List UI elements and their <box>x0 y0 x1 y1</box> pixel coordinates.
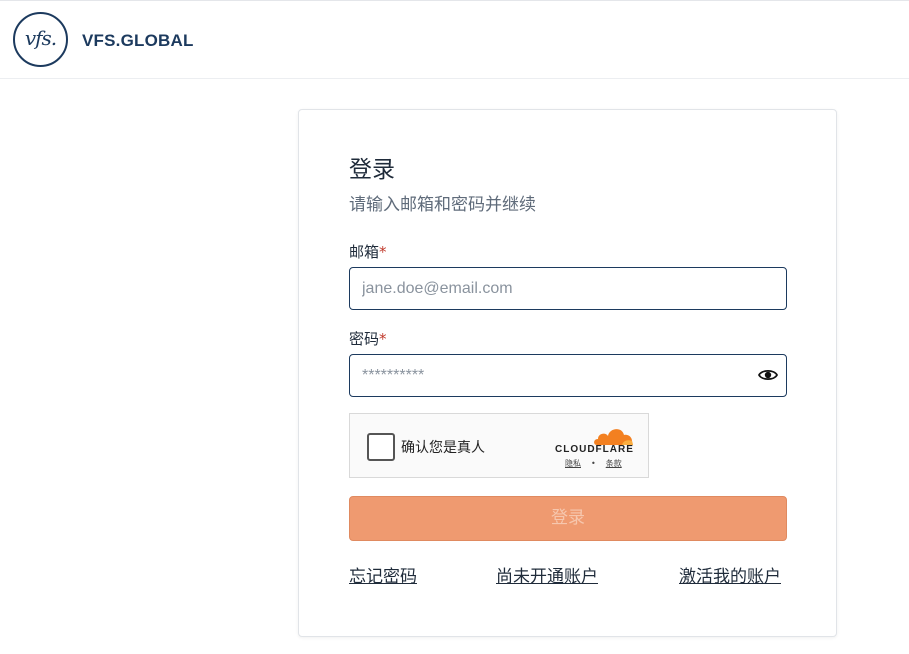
login-button[interactable]: 登录 <box>349 496 787 541</box>
cloudflare-wordmark: CLOUDFLARE <box>555 444 634 455</box>
logo-mark: vfs. <box>24 26 57 50</box>
logo-text[interactable]: VFS.GLOBAL <box>82 31 194 51</box>
required-marker: * <box>379 243 387 261</box>
email-label: 邮箱* <box>349 241 387 262</box>
captcha-links: 隐私 • 条款 <box>565 458 622 469</box>
password-label-text: 密码 <box>349 330 380 348</box>
cloud-icon <box>594 429 633 445</box>
captcha-checkbox[interactable] <box>367 433 395 461</box>
top-bar: vfs. VFS.GLOBAL <box>0 0 909 79</box>
terms-link[interactable]: 条款 <box>606 459 622 468</box>
page-subtitle: 请输入邮箱和密码并继续 <box>349 195 536 215</box>
page-title: 登录 <box>349 157 395 183</box>
required-marker: * <box>379 330 387 348</box>
cloudflare-captcha: 确认您是真人 CLOUDFLARE 隐私 • 条款 <box>349 413 649 478</box>
password-label: 密码* <box>349 328 387 349</box>
email-field[interactable] <box>349 267 787 310</box>
captcha-label: 确认您是真人 <box>401 440 485 456</box>
login-card: 登录 请输入邮箱和密码并继续 邮箱* 密码* 确认您是真人 CLOUDFLARE… <box>298 109 837 637</box>
eye-icon[interactable] <box>758 367 778 383</box>
email-label-text: 邮箱 <box>349 243 380 261</box>
register-link[interactable]: 尚未开通账户 <box>496 562 598 587</box>
forgot-password-link[interactable]: 忘记密码 <box>349 562 417 587</box>
link-separator: • <box>591 459 596 468</box>
vfs-logo-icon[interactable]: vfs. <box>13 12 68 67</box>
privacy-link[interactable]: 隐私 <box>565 459 581 468</box>
password-field[interactable] <box>349 354 787 397</box>
activate-account-link[interactable]: 激活我的账户 <box>679 562 781 587</box>
